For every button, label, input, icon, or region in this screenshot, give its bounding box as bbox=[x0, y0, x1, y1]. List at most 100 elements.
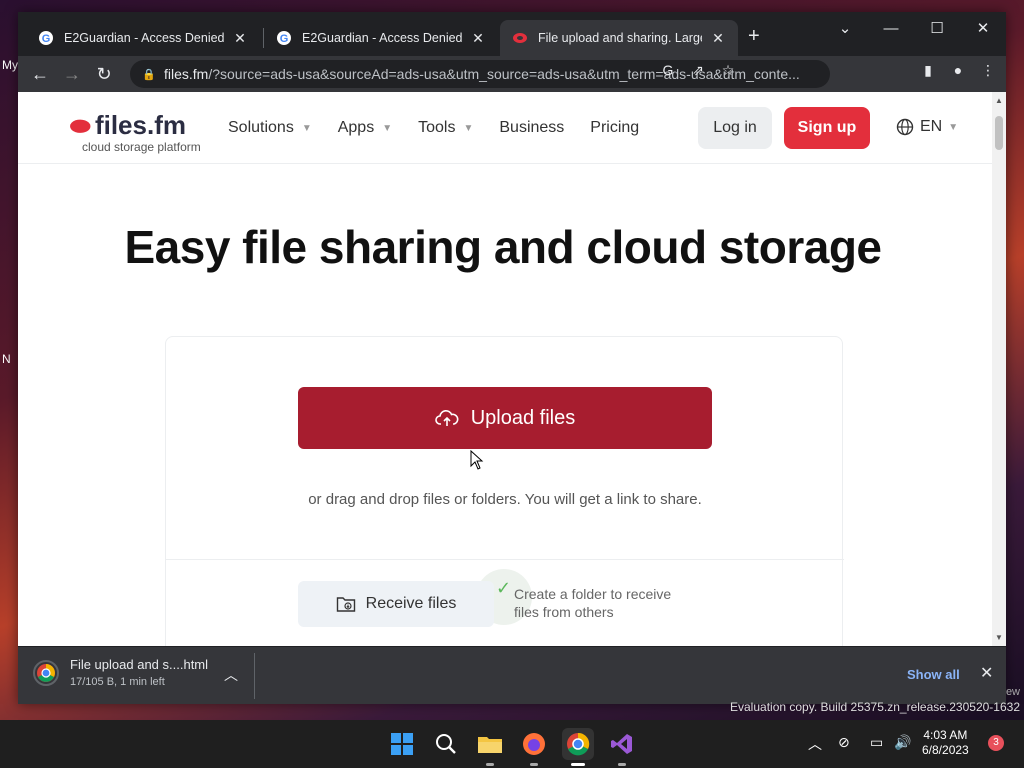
logo-name: files.fm bbox=[94, 110, 186, 140]
new-tab-button[interactable]: + bbox=[748, 26, 760, 46]
scrollbar-thumb[interactable] bbox=[995, 116, 1003, 150]
menu-icon[interactable]: ⋮ bbox=[978, 60, 998, 80]
tab-title: E2Guardian - Access Denied bbox=[64, 31, 224, 45]
download-item[interactable]: File upload and s....html 17/105 B, 1 mi… bbox=[32, 657, 208, 688]
signup-button[interactable]: Sign up bbox=[784, 107, 870, 149]
receive-desc-line: files from others bbox=[514, 604, 614, 620]
nav-label: Solutions bbox=[228, 119, 294, 136]
file-explorer-button[interactable] bbox=[474, 728, 506, 766]
folder-icon bbox=[478, 737, 502, 753]
close-tab-icon[interactable]: ✕ bbox=[470, 30, 486, 47]
nav-label: Business bbox=[499, 119, 565, 136]
site-header: ⬬ files.fm cloud storage platform Soluti… bbox=[18, 92, 1006, 164]
display-icon[interactable]: ▭ bbox=[870, 734, 883, 751]
visual-studio-icon bbox=[611, 734, 632, 754]
upload-files-button[interactable]: Upload files bbox=[298, 387, 712, 449]
browser-window: G E2Guardian - Access Denied ✕ G E2Guard… bbox=[18, 12, 1006, 704]
nav-label: Apps bbox=[337, 119, 375, 136]
drag-drop-hint: or drag and drop files or folders. You w… bbox=[308, 491, 702, 508]
divider bbox=[166, 559, 844, 560]
language-selector[interactable]: EN ▼ bbox=[896, 118, 958, 136]
tab-access-denied-1[interactable]: G E2Guardian - Access Denied ✕ bbox=[26, 20, 260, 56]
logo-mark-icon: ⬬ bbox=[70, 113, 91, 140]
reload-button[interactable]: ↻ bbox=[92, 62, 116, 86]
upload-card: Upload files or drag and drop files or f… bbox=[165, 336, 844, 646]
network-offline-icon[interactable]: ⊘ bbox=[838, 734, 850, 751]
page-scrollbar[interactable]: ▲ ▼ bbox=[992, 92, 1006, 646]
main-nav: Solutions ▼ Apps ▼ Tools ▼ Business Pricing bbox=[228, 92, 639, 164]
close-tab-icon[interactable]: ✕ bbox=[710, 30, 726, 47]
svg-text:G: G bbox=[42, 33, 51, 45]
tab-search-icon[interactable]: ⌄ bbox=[822, 16, 868, 46]
evaluation-watermark: Evaluation copy. Build 25375.zn_release.… bbox=[730, 700, 1020, 714]
nav-tools[interactable]: Tools ▼ bbox=[418, 119, 473, 137]
firefox-icon bbox=[523, 733, 545, 755]
url-path: /?source=ads-usa&sourceAd=ads-usa&utm_so… bbox=[208, 66, 800, 82]
download-status: 17/105 B, 1 min left bbox=[70, 676, 165, 688]
files-fm-logo[interactable]: ⬬ files.fm cloud storage platform bbox=[70, 110, 201, 154]
page-viewport: ⬬ files.fm cloud storage platform Soluti… bbox=[18, 92, 1006, 646]
share-icon[interactable]: ⇗ bbox=[688, 60, 708, 80]
scroll-up-icon[interactable]: ▲ bbox=[995, 96, 1003, 105]
receive-files-button[interactable]: Receive files bbox=[298, 581, 494, 627]
chevron-up-icon[interactable]: ︿ bbox=[224, 665, 238, 685]
nav-apps[interactable]: Apps ▼ bbox=[338, 119, 392, 137]
start-button[interactable] bbox=[386, 728, 418, 760]
google-icon: G bbox=[277, 31, 291, 45]
taskbar: ︿ ⊘ ▭ 🔊 4:03 AM 6/8/2023 3 bbox=[0, 720, 1024, 768]
lock-icon[interactable]: 🔒 bbox=[142, 68, 156, 81]
tab-title: E2Guardian - Access Denied bbox=[302, 31, 462, 45]
show-all-downloads-link[interactable]: Show all bbox=[907, 667, 960, 682]
show-hidden-icons-chevron-icon[interactable]: ︿ bbox=[808, 734, 822, 754]
chrome-button[interactable] bbox=[562, 728, 594, 766]
nav-pricing[interactable]: Pricing bbox=[590, 119, 639, 137]
nav-business[interactable]: Business bbox=[499, 119, 564, 137]
download-file-name: File upload and s....html bbox=[70, 657, 209, 672]
back-button[interactable]: ← bbox=[28, 62, 52, 86]
chrome-file-icon bbox=[33, 659, 59, 686]
firefox-button[interactable] bbox=[518, 728, 550, 766]
notification-badge[interactable]: 3 bbox=[988, 735, 1004, 751]
scroll-down-icon[interactable]: ▼ bbox=[995, 633, 1003, 642]
running-indicator bbox=[618, 763, 626, 766]
checkmark-icon: ✓ bbox=[496, 578, 512, 598]
receive-files-description: ✓ Create a folder to receive files from … bbox=[496, 579, 694, 621]
close-window-button[interactable]: ✕ bbox=[960, 16, 1006, 46]
nav-label: Tools bbox=[418, 119, 456, 136]
clock-time: 4:03 AM bbox=[923, 728, 968, 742]
close-shelf-icon[interactable]: ✕ bbox=[980, 663, 993, 683]
globe-icon bbox=[896, 118, 914, 136]
logo-tagline: cloud storage platform bbox=[82, 140, 201, 154]
clock-date: 6/8/2023 bbox=[922, 743, 969, 757]
receive-desc-line: Create a folder to receive bbox=[514, 586, 672, 602]
download-shelf: File upload and s....html 17/105 B, 1 mi… bbox=[18, 646, 1006, 704]
maximize-button[interactable]: ☐ bbox=[914, 16, 960, 46]
mouse-cursor-icon bbox=[470, 450, 484, 470]
volume-icon[interactable]: 🔊 bbox=[894, 734, 911, 751]
visual-studio-button[interactable] bbox=[606, 728, 638, 766]
system-clock[interactable]: 4:03 AM 6/8/2023 bbox=[922, 728, 969, 758]
chrome-icon bbox=[567, 732, 590, 756]
cloud-upload-icon bbox=[434, 410, 459, 426]
bookmark-star-icon[interactable]: ☆ bbox=[718, 60, 738, 80]
chevron-down-icon: ▼ bbox=[463, 122, 474, 134]
chevron-down-icon: ▼ bbox=[301, 122, 312, 134]
nav-solutions[interactable]: Solutions ▼ bbox=[228, 119, 312, 137]
svg-text:G: G bbox=[280, 33, 289, 45]
forward-button[interactable]: → bbox=[60, 62, 84, 86]
url-host: files.fm bbox=[164, 66, 209, 82]
search-button[interactable] bbox=[430, 728, 462, 760]
close-tab-icon[interactable]: ✕ bbox=[232, 30, 248, 47]
running-indicator bbox=[486, 763, 494, 766]
tab-files-fm[interactable]: File upload and sharing. Large fil ✕ bbox=[500, 20, 738, 56]
login-button[interactable]: Log in bbox=[698, 107, 772, 149]
side-panel-icon[interactable]: ▮ bbox=[918, 60, 938, 80]
minimize-button[interactable]: — bbox=[868, 16, 914, 46]
tab-access-denied-2[interactable]: G E2Guardian - Access Denied ✕ bbox=[264, 20, 498, 56]
profile-icon[interactable]: ● bbox=[948, 60, 968, 80]
desktop-label-fragment: My bbox=[2, 58, 18, 72]
google-lens-icon[interactable]: G bbox=[658, 60, 678, 80]
search-icon bbox=[436, 734, 456, 754]
active-indicator bbox=[571, 763, 585, 766]
files-fm-favicon-icon bbox=[513, 33, 527, 43]
